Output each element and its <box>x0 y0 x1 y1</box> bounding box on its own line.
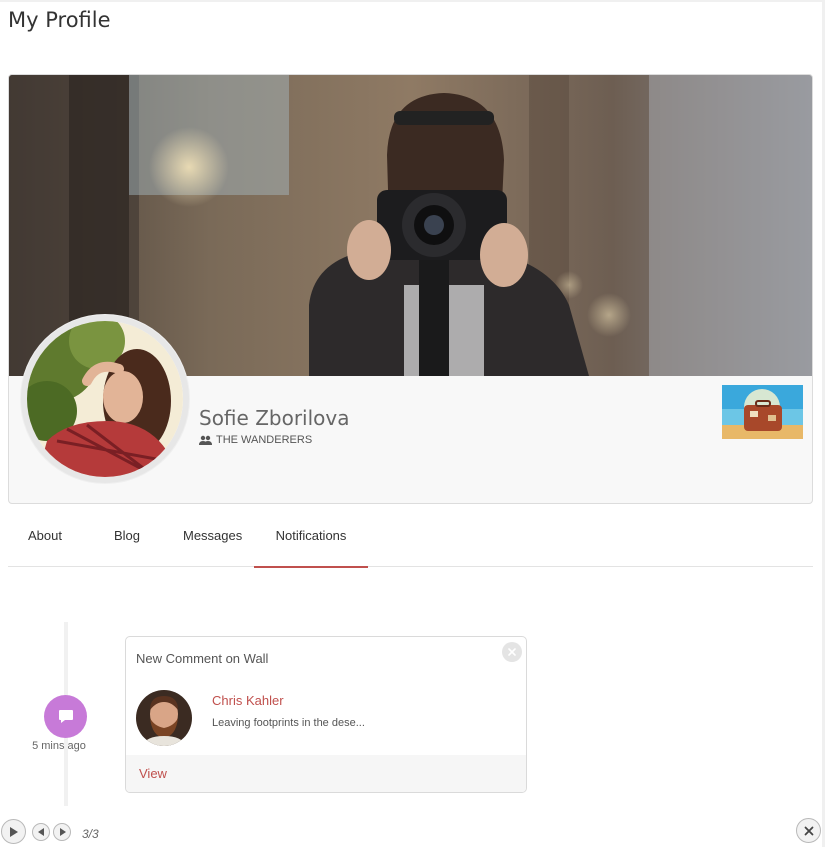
top-rule <box>0 0 825 2</box>
close-icon <box>804 826 813 835</box>
group-label: THE WANDERERS <box>216 434 313 446</box>
avatar[interactable] <box>21 315 189 483</box>
notification-bubble <box>44 695 87 738</box>
play-icon <box>9 826 18 837</box>
next-button[interactable] <box>53 823 71 841</box>
comment-text: Leaving footprints in the dese... <box>212 717 365 729</box>
page-title: My Profile <box>8 8 111 32</box>
comment-icon <box>58 710 73 723</box>
next-icon <box>59 828 66 836</box>
group-thumbnail[interactable] <box>722 385 803 439</box>
tour-player: 3/3 <box>0 818 825 847</box>
tab-blog[interactable]: Blog <box>94 505 144 567</box>
card-footer: View <box>126 755 526 792</box>
play-button[interactable] <box>1 819 26 844</box>
previous-button[interactable] <box>32 823 50 841</box>
profile-name: Sofie Zborilova <box>199 406 350 430</box>
tab-messages[interactable]: Messages <box>163 505 243 567</box>
profile-card: Sofie Zborilova THE WANDERERS <box>8 74 813 504</box>
notification-card: New Comment on Wall Chris Kahler Leaving… <box>125 636 527 793</box>
close-tour-button[interactable] <box>796 818 821 843</box>
view-link[interactable]: View <box>139 766 167 781</box>
step-counter: 3/3 <box>82 827 99 841</box>
users-icon <box>199 435 212 445</box>
notification-heading: New Comment on Wall <box>136 651 269 666</box>
profile-group[interactable]: THE WANDERERS <box>199 434 312 446</box>
tab-notifications[interactable]: Notifications <box>254 505 368 568</box>
commenter-name-link[interactable]: Chris Kahler <box>212 693 284 708</box>
tab-about[interactable]: About <box>8 505 82 567</box>
close-button[interactable] <box>502 642 522 662</box>
previous-icon <box>37 828 44 836</box>
commenter-avatar[interactable] <box>136 690 192 746</box>
close-icon <box>508 648 516 656</box>
notification-time: 5 mins ago <box>32 740 86 752</box>
profile-tabs: About Blog Messages Notifications <box>8 505 813 568</box>
